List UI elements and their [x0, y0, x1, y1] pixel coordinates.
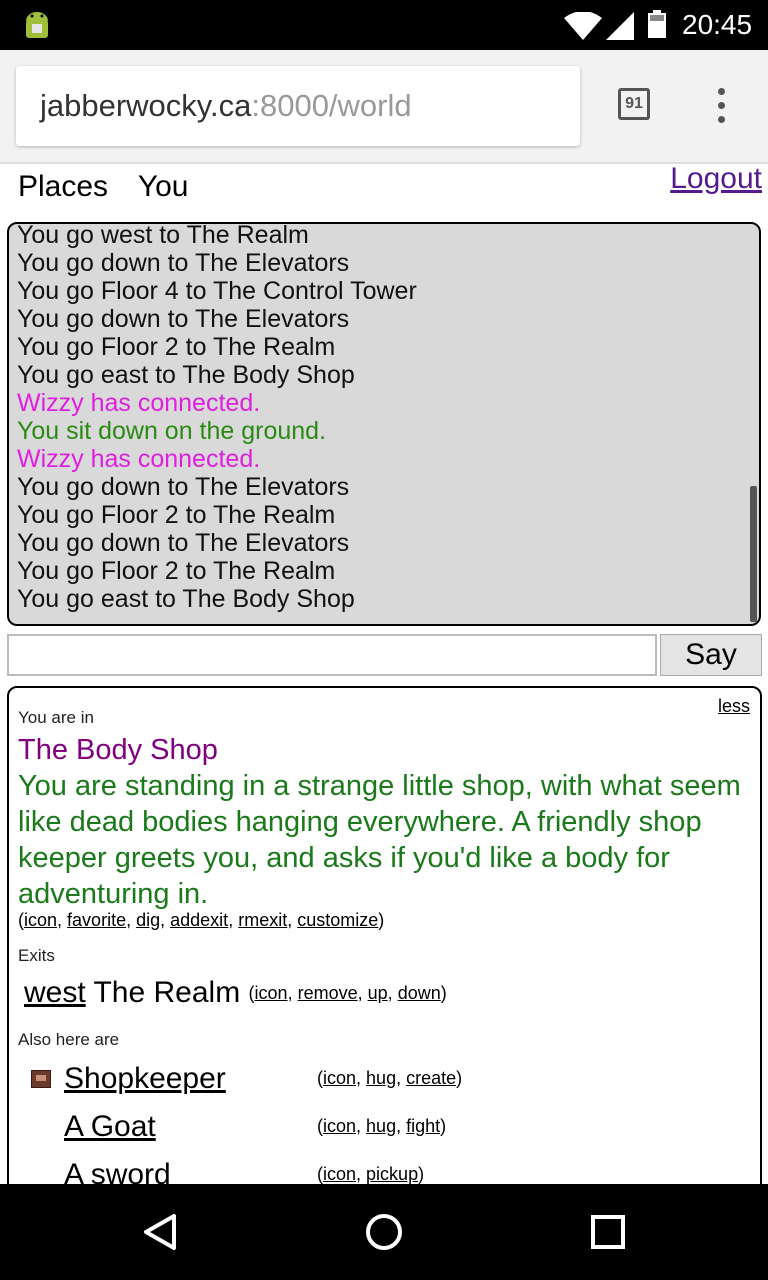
back-icon[interactable] [140, 1212, 180, 1252]
log-scrollbar[interactable] [750, 486, 757, 622]
sword-icon-link[interactable]: icon [323, 1164, 356, 1184]
status-bar: 20:45 [0, 0, 768, 50]
browser-toolbar: jabberwocky.ca:8000/world 91 [0, 50, 768, 164]
exit-row: west The Realm (icon, remove, up, down) [24, 974, 447, 1012]
nav-places[interactable]: Places [18, 170, 108, 203]
log-line: You go down to The Elevators [17, 473, 350, 501]
android-icon [26, 12, 48, 38]
shopkeeper-actions: (icon, hug, create) [317, 1068, 463, 1088]
room-favorite-link[interactable]: favorite [67, 910, 126, 930]
goat-icon-link[interactable]: icon [323, 1116, 356, 1136]
nav-you[interactable]: You [138, 170, 189, 203]
room-dig-link[interactable]: dig [136, 910, 160, 930]
tab-switcher-button[interactable]: 91 [618, 88, 650, 120]
room-actions: (icon, favorite, dig, addexit, rmexit, c… [18, 910, 385, 930]
log-line: Wizzy has connected. [17, 445, 261, 473]
address-bar[interactable]: jabberwocky.ca:8000/world [16, 66, 580, 146]
home-icon[interactable] [364, 1212, 404, 1252]
log-line: You go down to The Elevators [17, 249, 350, 277]
shopkeeper-icon-link[interactable]: icon [323, 1068, 356, 1088]
url-host: jabberwocky.ca [40, 88, 252, 123]
room-name: The Body Shop [18, 734, 218, 766]
log-line: You go down to The Elevators [17, 529, 350, 557]
goat-fight-link[interactable]: fight [406, 1116, 440, 1136]
say-button[interactable]: Say [660, 634, 762, 676]
log-line: You go east to The Body Shop [17, 361, 355, 389]
you-are-in-label: You are in [18, 708, 94, 727]
overflow-menu-icon[interactable] [712, 88, 732, 124]
url-text: jabberwocky.ca:8000/world [40, 86, 412, 126]
wifi-icon [564, 12, 602, 40]
exit-actions: (icon, remove, up, down) [248, 983, 447, 1003]
signal-icon [606, 12, 634, 40]
log-line: You go Floor 2 to The Realm [17, 501, 336, 529]
logout-link[interactable]: Logout [670, 160, 762, 198]
recents-icon[interactable] [590, 1214, 626, 1250]
url-path: :8000/world [251, 88, 412, 123]
sword-actions: (icon, pickup) [317, 1164, 425, 1184]
goat-actions: (icon, hug, fight) [317, 1116, 447, 1136]
log-line: You go Floor 4 to The Control Tower [17, 277, 417, 305]
battery-icon [648, 10, 666, 38]
exit-direction-link[interactable]: west [24, 976, 86, 1009]
less-link[interactable]: less [718, 696, 750, 717]
exit-down-link[interactable]: down [398, 983, 441, 1003]
goat-hug-link[interactable]: hug [366, 1116, 396, 1136]
also-here-label: Also here are [18, 1030, 120, 1049]
log-line: You sit down on the ground. [17, 417, 327, 445]
clock: 20:45 [682, 9, 753, 40]
system-nav-bar [0, 1184, 768, 1280]
exit-icon-link[interactable]: icon [255, 983, 288, 1003]
room-icon-link[interactable]: icon [24, 910, 57, 930]
room-customize-link[interactable]: customize [297, 910, 378, 930]
exit-up-link[interactable]: up [368, 983, 388, 1003]
message-log[interactable]: You go west to The Realm You go down to T… [7, 222, 761, 626]
room-description: You are standing in a strange little sho… [18, 770, 741, 910]
sword-pickup-link[interactable]: pickup [366, 1164, 418, 1184]
thing-goat-link[interactable]: A Goat [64, 1108, 156, 1146]
log-line: You go Floor 2 to The Realm [17, 333, 336, 361]
shopkeeper-create-link[interactable]: create [406, 1068, 456, 1088]
room-addexit-link[interactable]: addexit [170, 910, 228, 930]
shopkeeper-hug-link[interactable]: hug [366, 1068, 396, 1088]
say-input[interactable] [7, 634, 657, 676]
log-lines: You go west to The Realm You go down to T… [17, 222, 417, 613]
thing-shopkeeper-link[interactable]: Shopkeeper [64, 1060, 226, 1098]
site-nav: Places You [18, 168, 210, 206]
log-line: You go west to The Realm [17, 222, 309, 249]
shopkeeper-avatar-icon [31, 1070, 51, 1088]
exit-remove-link[interactable]: remove [298, 983, 358, 1003]
log-line: You go down to The Elevators [17, 305, 350, 333]
exit-destination: The Realm [93, 976, 241, 1009]
log-line: You go Floor 2 to The Realm [17, 557, 336, 585]
log-line: You go east to The Body Shop [17, 585, 355, 613]
log-line: Wizzy has connected. [17, 389, 261, 417]
exits-label: Exits [18, 946, 55, 965]
room-rmexit-link[interactable]: rmexit [238, 910, 287, 930]
room-panel: less You are in The Body Shop You are st… [7, 686, 762, 1206]
